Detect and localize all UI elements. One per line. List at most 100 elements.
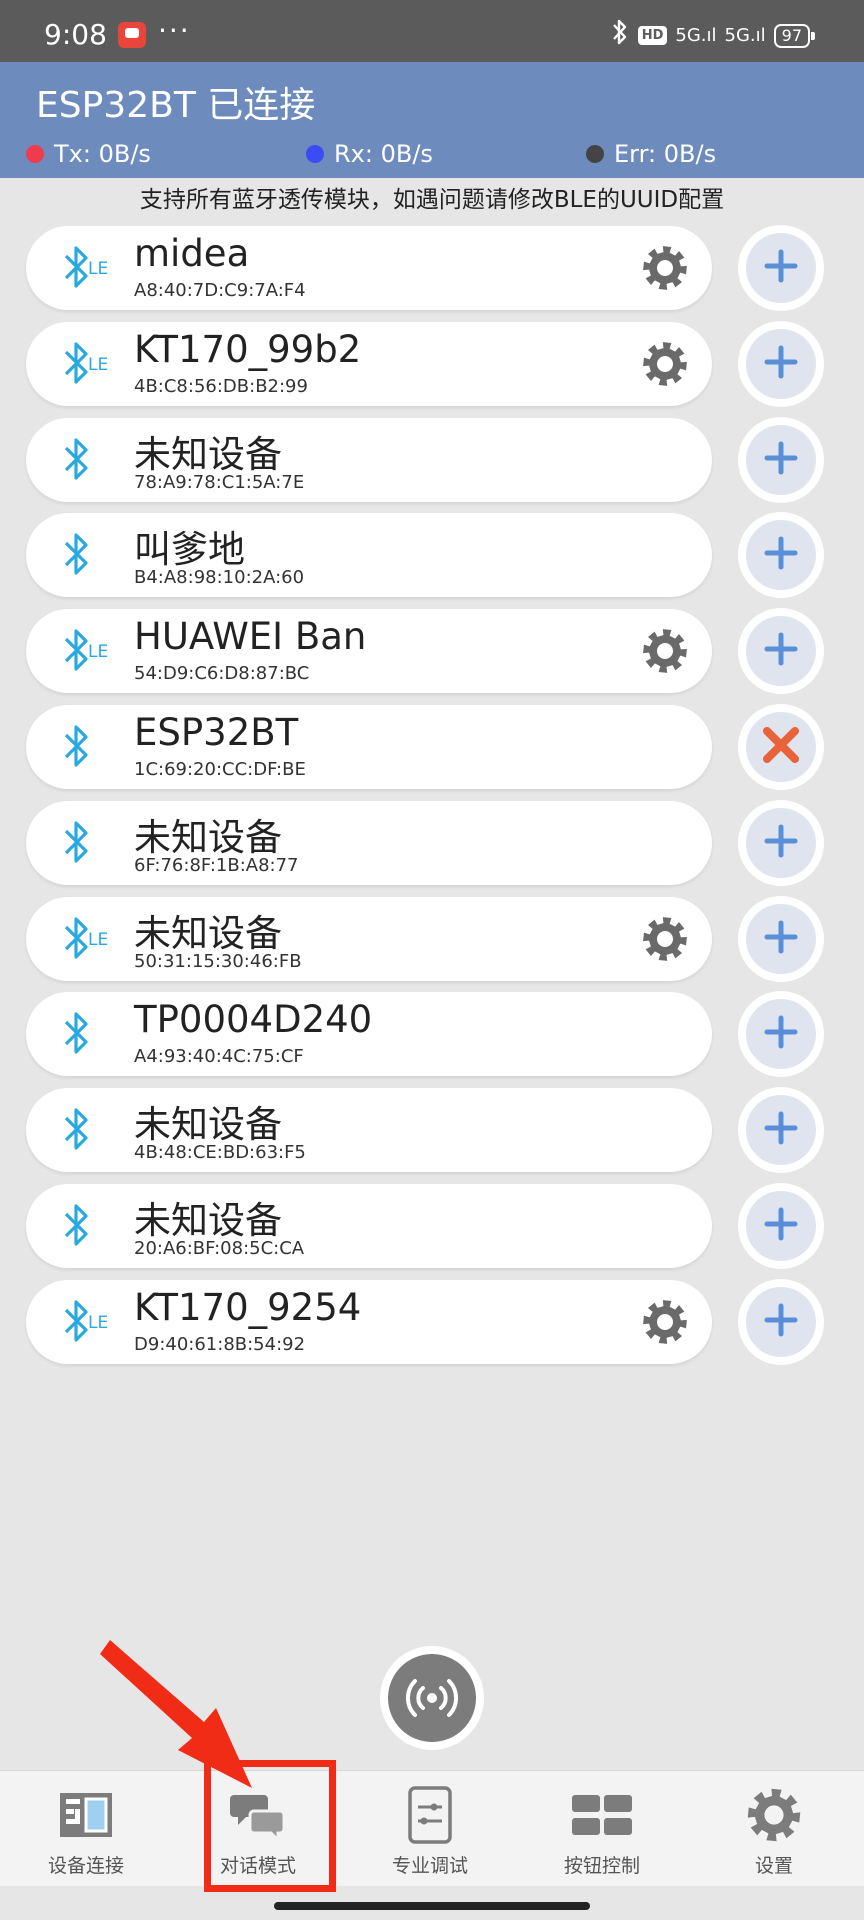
plus-icon — [763, 1110, 799, 1150]
nav-pro-debug[interactable]: 专业调试 — [344, 1771, 516, 1887]
svg-text:LE: LE — [88, 642, 108, 662]
device-name: 叫爹地 — [134, 528, 245, 572]
device-row[interactable]: TP0004D240 A4:93:40:4C:75:CF — [26, 992, 712, 1077]
tx-rate: Tx: 0B/s — [54, 140, 151, 168]
connect-button[interactable] — [738, 512, 824, 599]
connect-button[interactable] — [738, 895, 824, 982]
device-row[interactable]: 叫爹地 B4:A8:98:10:2A:60 — [26, 513, 712, 598]
err-stat: Err: 0B/s — [586, 140, 716, 168]
connect-button[interactable] — [738, 320, 824, 407]
device-settings-gear-icon[interactable] — [640, 626, 690, 676]
bluetooth-icon — [52, 815, 112, 871]
device-row[interactable]: LE HUAWEI Ban 54:D9:C6:D8:87:BC — [26, 609, 712, 694]
device-name: 未知设备 — [134, 1199, 282, 1242]
rx-stat: Rx: 0B/s — [306, 140, 433, 168]
connect-button[interactable] — [738, 1278, 824, 1365]
connect-button[interactable] — [738, 1087, 824, 1174]
svg-text:LE: LE — [88, 355, 108, 375]
connect-button[interactable] — [738, 416, 824, 503]
device-row[interactable]: 未知设备 6F:76:8F:1B:A8:77 — [26, 800, 712, 885]
bluetooth-le-icon: LE — [52, 240, 112, 296]
nav-settings[interactable]: 设置 — [688, 1771, 860, 1887]
svg-text:LE: LE — [88, 1313, 108, 1333]
connect-button[interactable] — [738, 608, 824, 695]
device-mac: A4:93:40:4C:75:CF — [134, 1046, 304, 1068]
device-row[interactable]: LE KT170_99b2 4B:C8:56:DB:B2:99 — [26, 321, 712, 406]
device-name: 未知设备 — [134, 432, 282, 476]
annotation-highlight-box — [204, 1760, 336, 1892]
nav-label-settings: 设置 — [754, 1855, 793, 1877]
connect-button[interactable] — [738, 991, 824, 1078]
hd-voice-icon: HD — [637, 26, 668, 45]
notice-text: 支持所有蓝牙透传模块，如遇问题请修改BLE的UUID配置 — [139, 187, 725, 213]
device-mac: B4:A8:98:10:2A:60 — [134, 567, 305, 589]
device-name: ESP32BT — [134, 711, 299, 754]
bluetooth-icon — [52, 1006, 112, 1062]
status-time: 9:08 — [44, 18, 107, 51]
device-row[interactable]: 未知设备 78:A9:78:C1:5A:7E — [26, 417, 712, 502]
home-indicator[interactable] — [274, 1902, 590, 1910]
svg-text:LE: LE — [88, 259, 108, 279]
device-row[interactable]: LE midea A8:40:7D:C9:7A:F4 — [26, 226, 712, 310]
connect-button[interactable] — [738, 225, 824, 311]
device-name: 未知设备 — [134, 911, 282, 955]
plus-icon — [763, 919, 799, 959]
device-row[interactable]: 未知设备 4B:48:CE:BD:63:F5 — [26, 1088, 712, 1173]
plus-icon — [763, 823, 799, 863]
more-notifications-icon: ··· — [158, 14, 191, 47]
device-name: KT170_9254 — [134, 1285, 362, 1329]
bluetooth-le-icon: LE — [52, 911, 112, 967]
device-name: 未知设备 — [134, 815, 282, 859]
device-settings-gear-icon[interactable] — [640, 914, 690, 964]
device-connect-icon — [56, 1785, 116, 1845]
close-icon — [761, 725, 801, 769]
device-mac: 6F:76:8F:1B:A8:77 — [134, 854, 299, 876]
rx-rate: Rx: 0B/s — [334, 140, 433, 168]
plus-icon — [763, 1302, 799, 1342]
device-mac: 20:A6:BF:08:5C:CA — [134, 1238, 305, 1259]
plus-icon — [763, 248, 799, 288]
scan-button[interactable] — [380, 1646, 484, 1750]
device-mac: 50:31:15:30:46:FB — [134, 950, 302, 972]
device-settings-gear-icon[interactable] — [640, 1297, 690, 1347]
bottom-nav: 设备连接 对话模式 专业调试 按钮控制 设置 — [0, 1770, 864, 1886]
device-row[interactable]: LE KT170_9254 D9:40:61:8B:54:92 — [26, 1279, 712, 1364]
nav-device-connect[interactable]: 设备连接 — [0, 1771, 172, 1887]
bluetooth-icon — [52, 719, 112, 775]
signal-1-icon: 5G.ıl — [675, 25, 717, 46]
device-settings-gear-icon[interactable] — [640, 243, 690, 293]
rx-dot-icon — [306, 145, 324, 163]
disconnect-button[interactable] — [738, 704, 824, 790]
device-name: midea — [134, 232, 250, 275]
nav-label-button-control: 按钮控制 — [563, 1855, 640, 1877]
device-name: 未知设备 — [134, 1103, 282, 1147]
device-row[interactable]: 未知设备 20:A6:BF:08:5C:CA — [26, 1184, 712, 1268]
device-mac: 54:D9:C6:D8:87:BC — [134, 663, 310, 685]
bluetooth-status-icon — [610, 18, 630, 53]
tx-stat: Tx: 0B/s — [26, 140, 151, 168]
nav-label-device-connect: 设备连接 — [47, 1855, 124, 1877]
connect-button[interactable] — [738, 799, 824, 886]
device-row[interactable]: LE 未知设备 50:31:15:30:46:FB — [26, 896, 712, 981]
device-row[interactable]: ESP32BT 1C:69:20:CC:DF:BE — [26, 705, 712, 789]
bluetooth-le-icon: LE — [52, 1294, 112, 1350]
nav-button-control[interactable]: 按钮控制 — [516, 1771, 688, 1887]
svg-text:LE: LE — [88, 930, 108, 950]
plus-icon — [763, 535, 799, 575]
battery-icon: 97 — [773, 23, 816, 48]
err-dot-icon — [586, 145, 604, 163]
plus-icon — [763, 344, 799, 384]
tx-dot-icon — [26, 145, 44, 163]
device-settings-gear-icon[interactable] — [640, 339, 690, 389]
status-bar: 9:08 ··· HD 5G.ıl 5G.ıl 97 — [0, 0, 864, 62]
debug-icon — [400, 1785, 460, 1845]
broadcast-icon — [388, 1654, 476, 1742]
connection-title: ESP32BT 已连接 — [36, 85, 316, 126]
app-header: ESP32BT 已连接 Tx: 0B/s Rx: 0B/s Err: 0B/s — [0, 62, 864, 178]
gear-icon — [744, 1785, 804, 1845]
connect-button[interactable] — [738, 1183, 824, 1269]
bluetooth-le-icon: LE — [52, 623, 112, 679]
err-rate: Err: 0B/s — [614, 140, 717, 168]
device-mac: 4B:48:CE:BD:63:F5 — [134, 1142, 306, 1164]
plus-icon — [763, 1206, 799, 1246]
